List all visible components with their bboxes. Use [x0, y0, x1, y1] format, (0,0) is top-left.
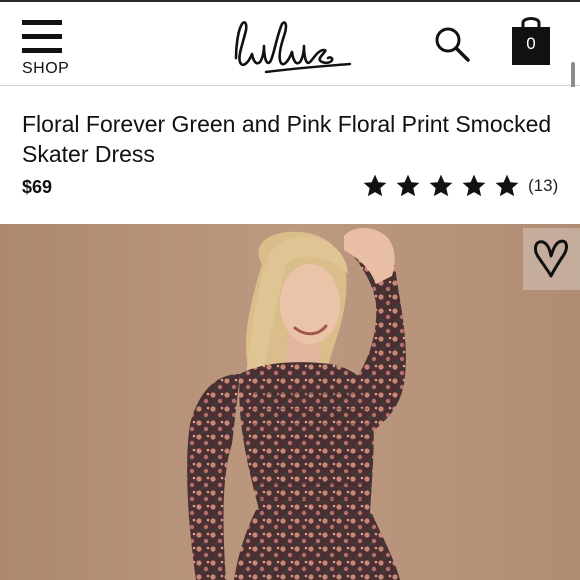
star-icon [462, 174, 486, 197]
star-icon [396, 174, 420, 197]
model-wearing-dress-image [0, 224, 580, 580]
shop-menu-button[interactable]: SHOP [18, 18, 74, 80]
site-header: SHOP 0 [0, 2, 580, 104]
product-price: $69 [22, 177, 53, 197]
bag-count: 0 [526, 34, 536, 53]
star-icon [429, 174, 453, 197]
product-rating[interactable]: (13) [362, 171, 558, 201]
search-icon[interactable] [432, 24, 472, 64]
product-info: Floral Forever Green and Pink Floral Pri… [0, 87, 580, 224]
review-count[interactable]: (13) [528, 176, 558, 196]
shop-menu-label: SHOP [22, 60, 70, 77]
star-icon [495, 174, 519, 197]
hamburger-icon [22, 20, 62, 54]
star-icon [363, 174, 387, 197]
product-photo[interactable] [0, 224, 580, 580]
shopping-bag-button[interactable]: 0 [510, 14, 552, 68]
heart-icon [534, 239, 568, 278]
lulus-logo[interactable] [226, 16, 352, 76]
product-title: Floral Forever Green and Pink Floral Pri… [22, 111, 552, 167]
wishlist-button[interactable] [523, 228, 580, 290]
